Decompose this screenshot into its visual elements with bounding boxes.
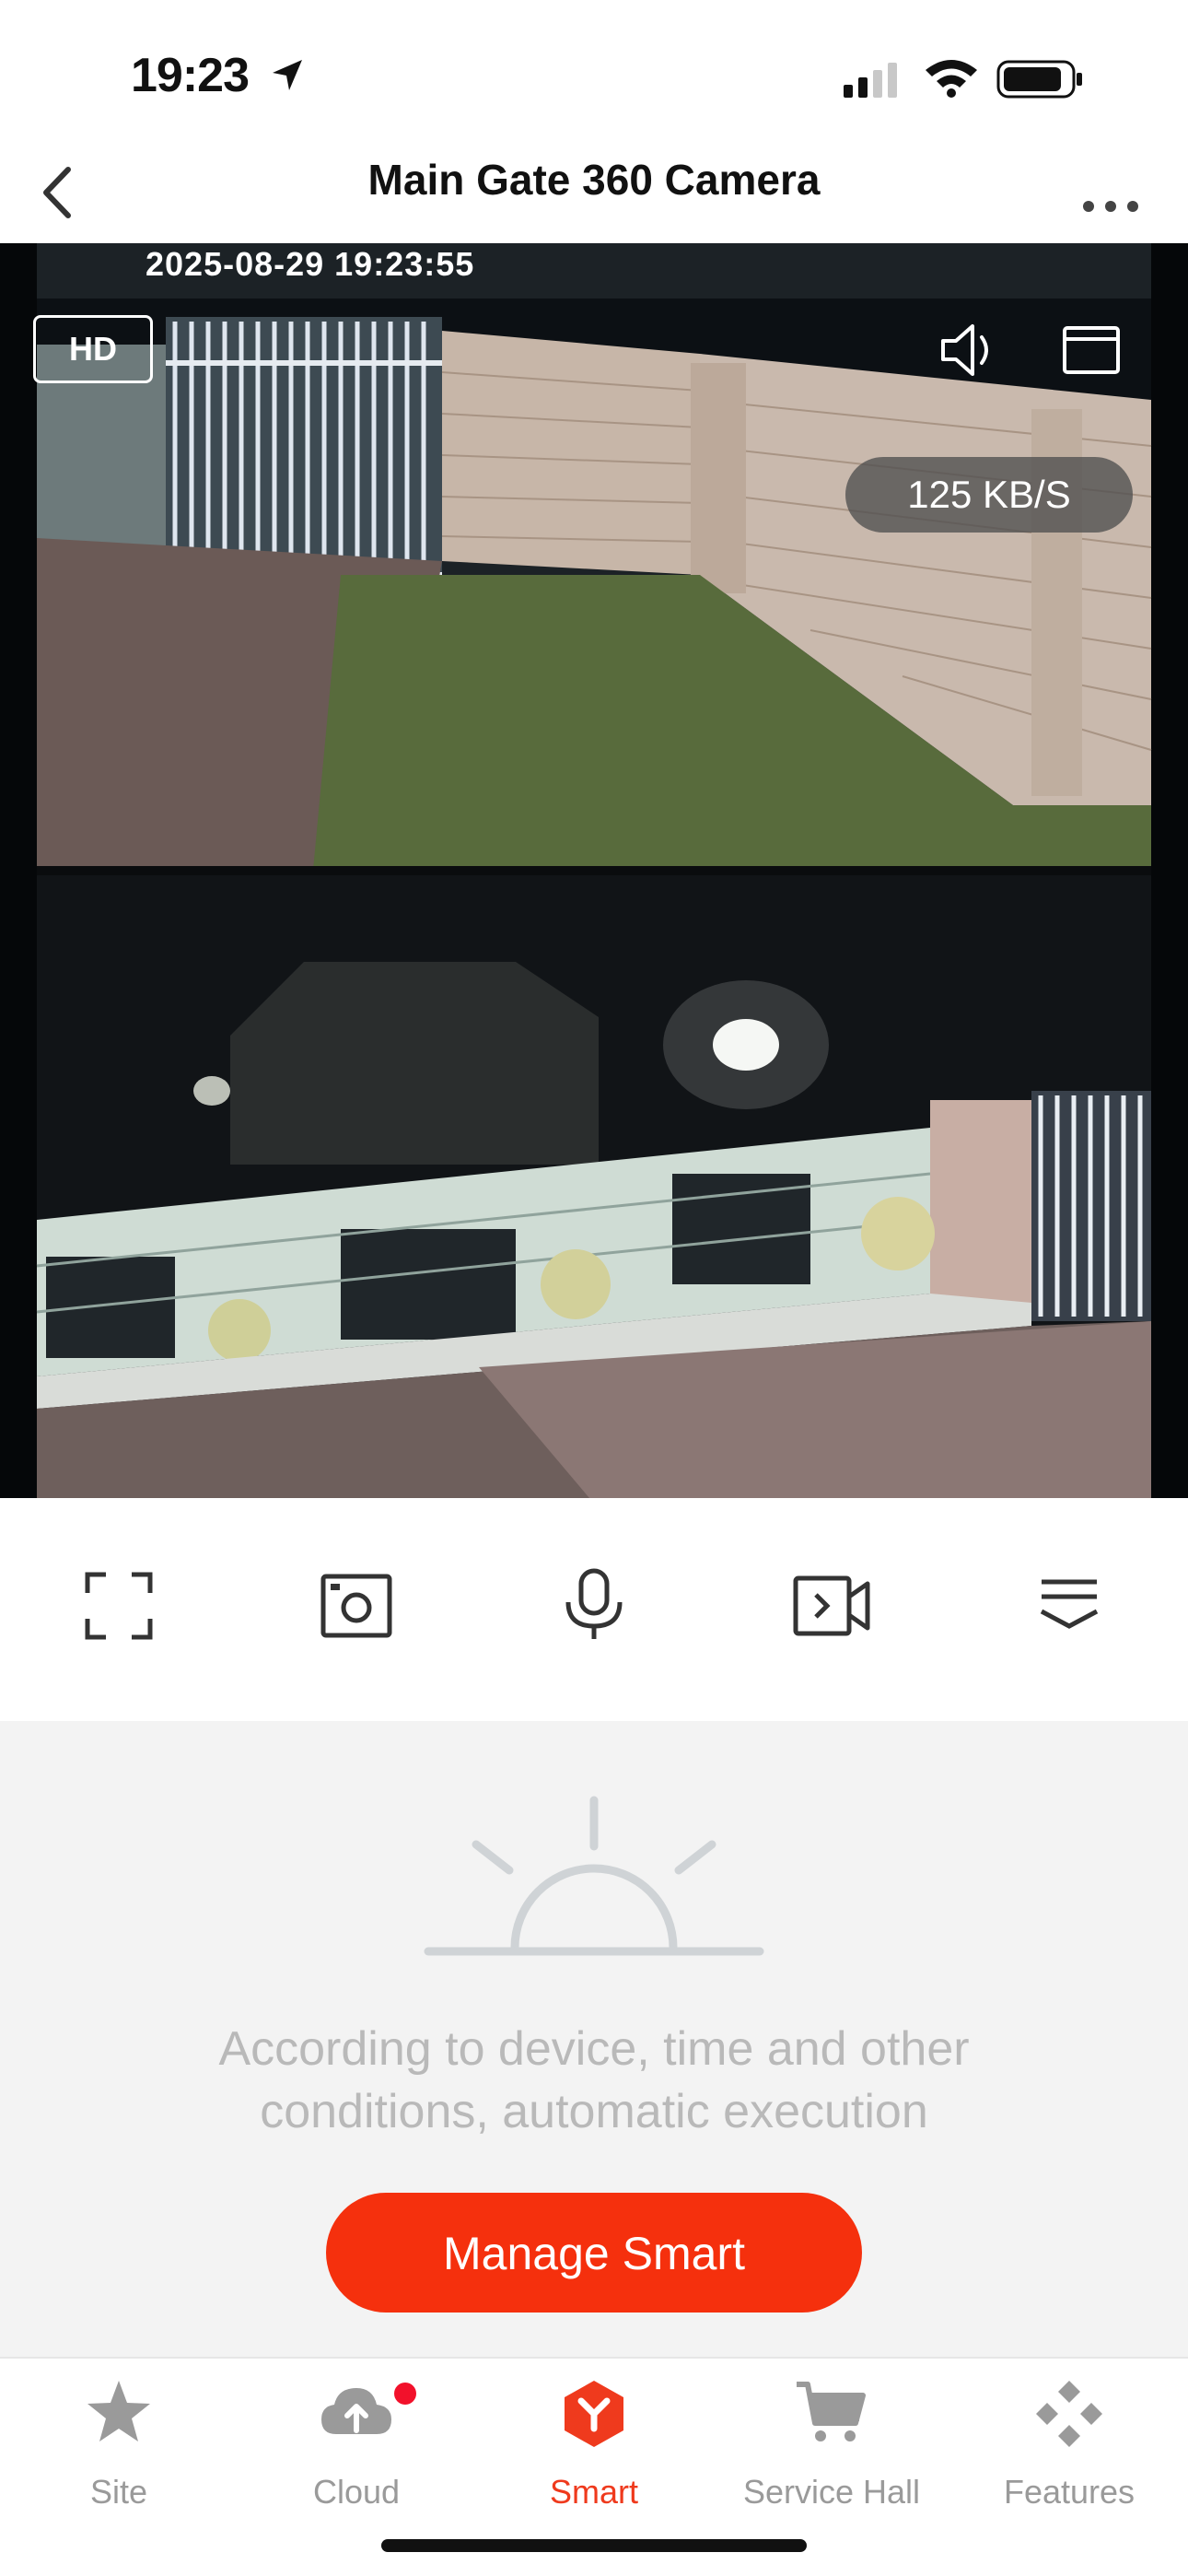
snapshot-button[interactable] — [306, 1555, 407, 1657]
fullscreen-icon — [85, 1572, 153, 1640]
record-button[interactable] — [781, 1555, 882, 1657]
more-dots-icon — [1083, 201, 1138, 212]
manage-smart-button[interactable]: Manage Smart — [326, 2193, 862, 2313]
speaker-button[interactable] — [934, 317, 1000, 383]
fullscreen-button[interactable] — [68, 1555, 169, 1657]
window-icon — [1063, 326, 1120, 374]
live-video-feed[interactable]: 2025-08-29 19:23:55 HD 125 KB/S — [0, 243, 1188, 1498]
battery-icon — [996, 60, 1082, 99]
home-indicator[interactable] — [381, 2539, 807, 2552]
tab-label-cloud: Cloud — [312, 2473, 401, 2511]
tab-smart[interactable]: Smart — [475, 2359, 713, 2524]
tab-label-smart: Smart — [549, 2473, 638, 2511]
snapshot-icon — [320, 1574, 392, 1638]
page-title: Main Gate 360 Camera — [367, 156, 821, 204]
hd-quality-button[interactable]: HD — [33, 315, 153, 383]
notification-badge — [394, 2383, 416, 2405]
record-icon — [793, 1575, 870, 1636]
camera-image — [36, 243, 1152, 1498]
navigation-bar: Main Gate 360 Camera — [0, 138, 1188, 243]
status-bar: 19:23 — [0, 0, 1188, 138]
empty-state-text: According to device, time and other cond… — [218, 2022, 970, 2138]
cellular-signal-icon — [844, 63, 897, 98]
playback-controls — [0, 1498, 1188, 1721]
speaker-icon — [941, 324, 988, 376]
location-arrow-icon — [273, 60, 302, 90]
cloud-upload-icon — [321, 2388, 391, 2434]
star-icon — [87, 2381, 150, 2441]
tab-service-hall[interactable]: Service Hall — [713, 2359, 950, 2524]
tab-site[interactable]: Site — [0, 2359, 238, 2524]
video-timestamp: 2025-08-29 19:23:55 — [146, 245, 475, 283]
tab-label-service-hall: Service Hall — [742, 2473, 921, 2511]
status-time: 19:23 — [131, 49, 250, 102]
smart-icon — [565, 2381, 623, 2447]
wifi-icon — [926, 60, 977, 98]
sunrise-icon — [424, 1796, 764, 1956]
more-options-button[interactable] — [1019, 1555, 1120, 1657]
smart-empty-state: According to device, time and other cond… — [0, 1721, 1188, 2357]
microphone-icon — [565, 1568, 623, 1639]
tab-label-site: Site — [89, 2473, 148, 2511]
bitrate-badge: 125 KB/S — [845, 457, 1133, 533]
cart-icon — [797, 2382, 866, 2441]
more-menu-button[interactable] — [1068, 164, 1160, 219]
tab-cloud[interactable]: Cloud — [238, 2359, 475, 2524]
microphone-button[interactable] — [543, 1555, 645, 1657]
tab-features[interactable]: Features — [950, 2359, 1188, 2524]
window-mode-button[interactable] — [1059, 321, 1125, 380]
more-options-icon — [1040, 1579, 1099, 1629]
tab-label-features: Features — [1003, 2473, 1136, 2511]
features-icon — [1036, 2381, 1102, 2447]
